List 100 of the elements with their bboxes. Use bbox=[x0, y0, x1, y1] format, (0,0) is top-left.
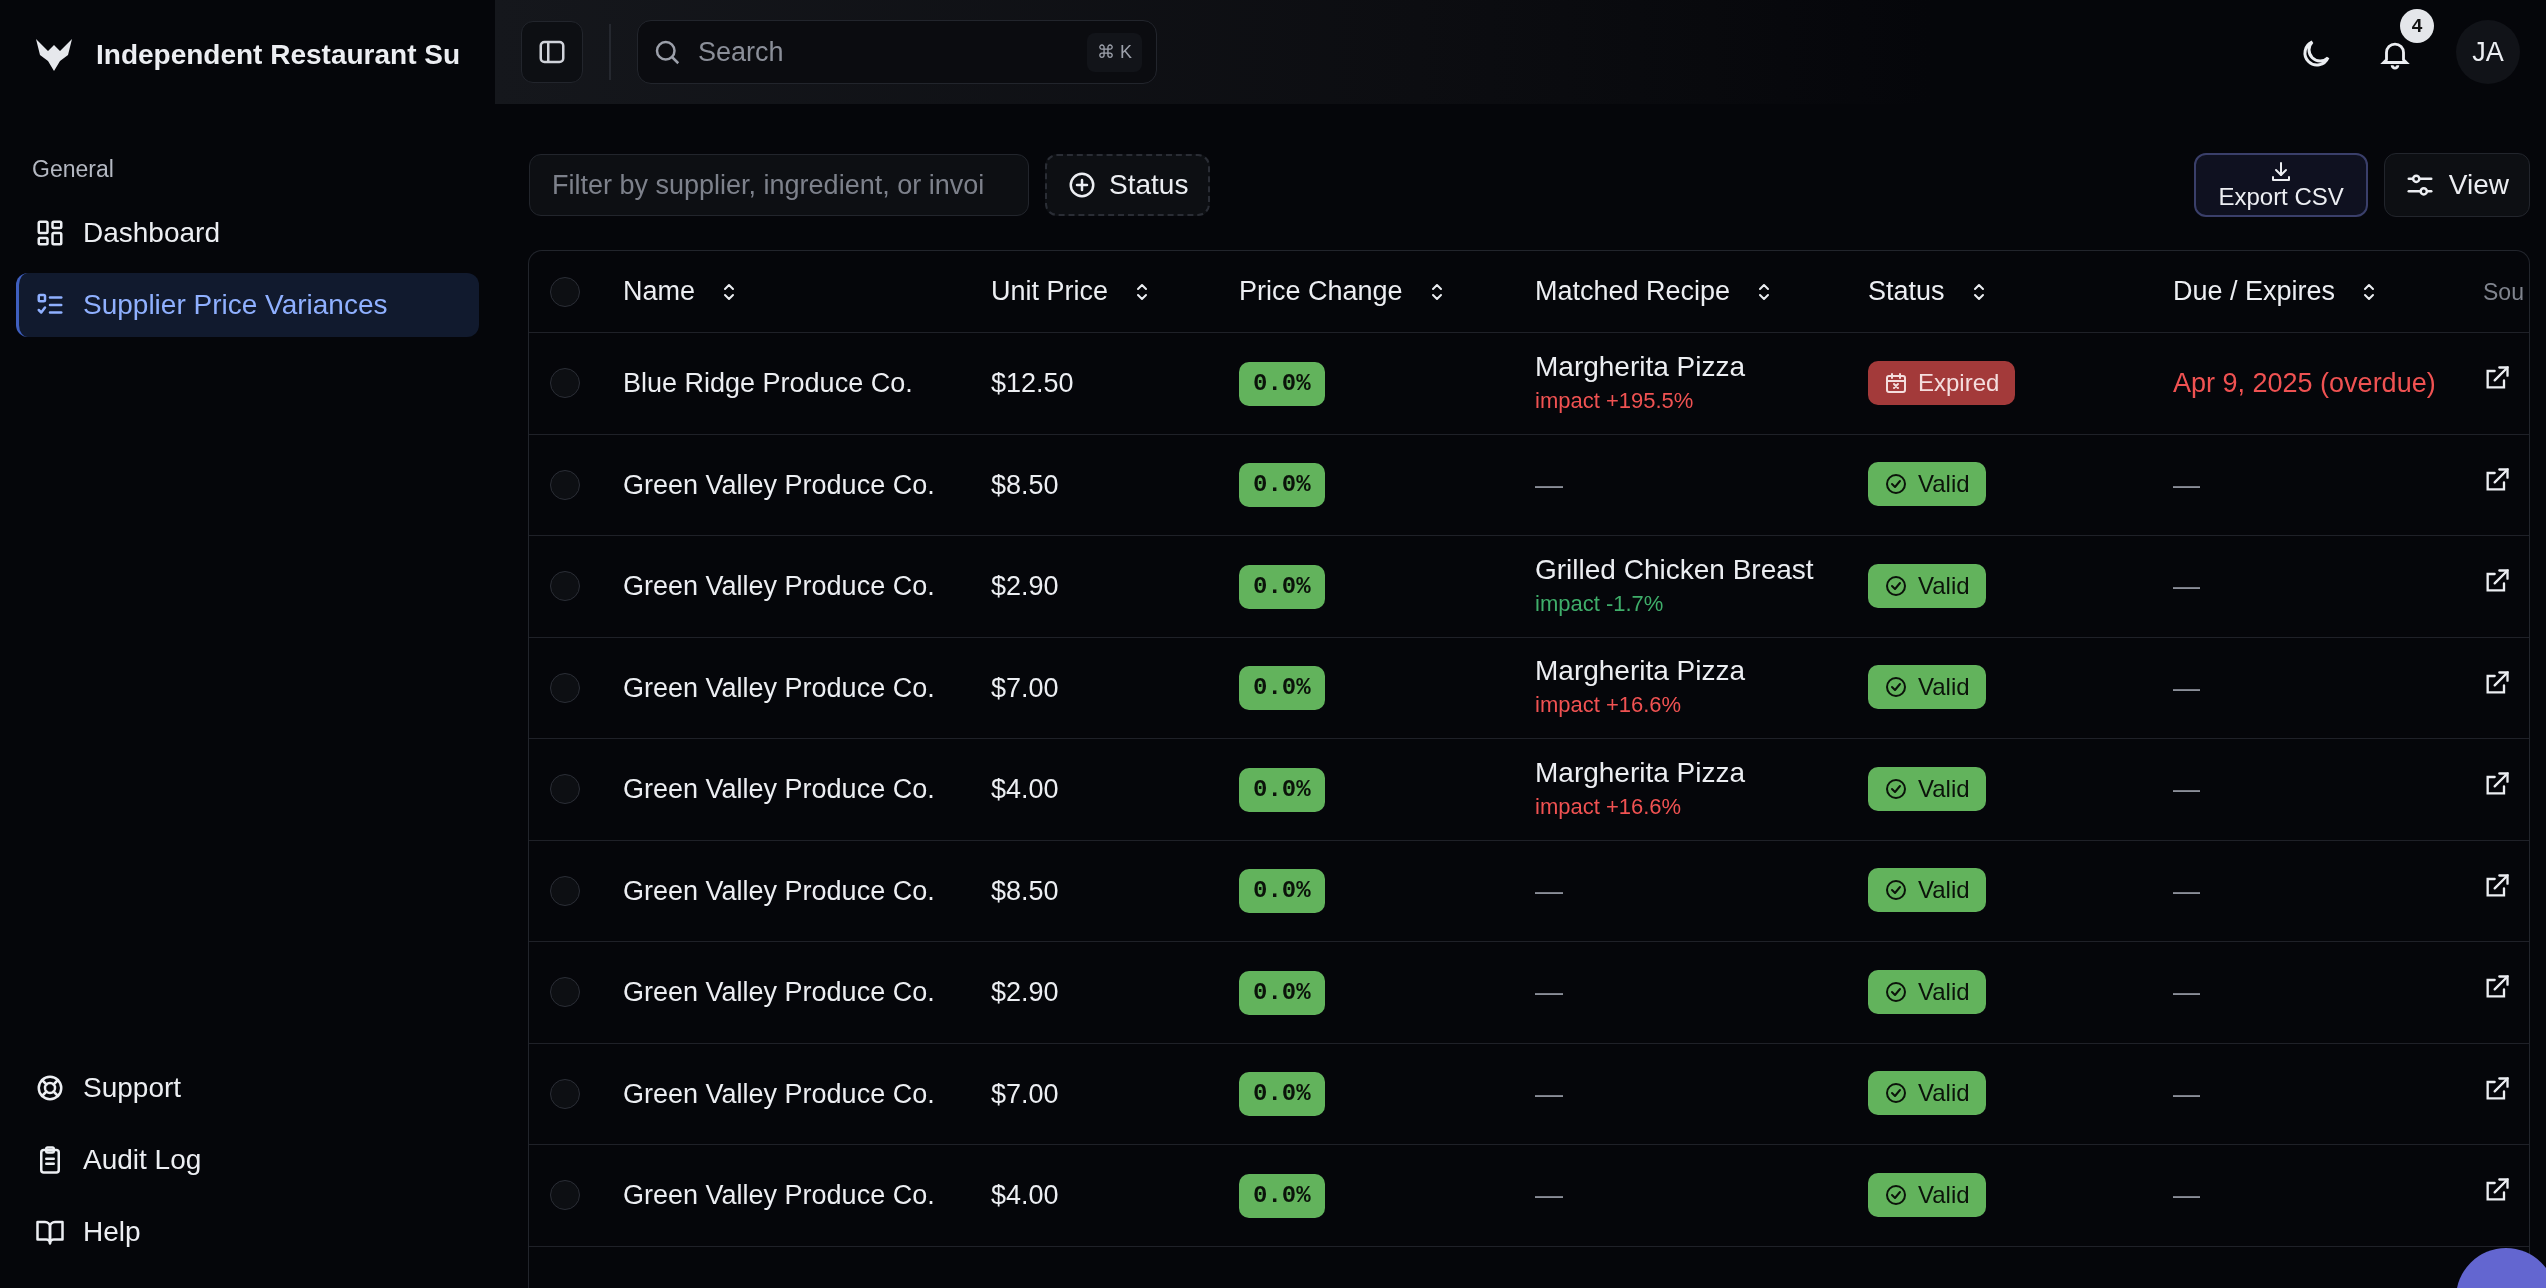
table-cell: Green Valley Produce Co. bbox=[623, 875, 935, 906]
table-cell: Green Valley Produce Co. bbox=[623, 1180, 935, 1210]
app-title: Independent Restaurant Su bbox=[96, 38, 461, 72]
due-date: — bbox=[2173, 774, 2200, 804]
sidebar-toggle-button[interactable] bbox=[521, 21, 583, 83]
export-csv-button[interactable]: Export CSV bbox=[2194, 153, 2368, 217]
table-cell: Green Valley Produce Co. bbox=[623, 469, 935, 500]
table-cell: $4.00 bbox=[991, 1180, 1059, 1210]
due-date: — bbox=[2173, 977, 2200, 1007]
section-label: General bbox=[31, 155, 115, 184]
logo-icon bbox=[34, 37, 74, 73]
table-cell: $4.00 bbox=[991, 774, 1059, 804]
due-date: — bbox=[2173, 672, 2200, 703]
row-checkbox[interactable] bbox=[550, 672, 580, 703]
check-circle-icon bbox=[1884, 675, 1908, 699]
sidebar-item[interactable]: Dashboard bbox=[16, 200, 479, 265]
price-change-badge: 0.0% bbox=[1239, 666, 1325, 711]
due-date: — bbox=[2173, 875, 2200, 906]
due-date: Apr 9, 2025 (overdue) bbox=[2173, 368, 2436, 398]
filter-field[interactable]: Filter by supplier, ingredient, or invoi bbox=[529, 154, 1029, 216]
recipe-name: Margherita Pizza bbox=[1535, 755, 1747, 790]
status-badge: Valid bbox=[1868, 969, 1986, 1014]
status-badge: Valid bbox=[1868, 868, 1986, 912]
table-cell: Green Valley Produce Co. bbox=[623, 1078, 935, 1109]
recipe-name: — bbox=[1535, 467, 1564, 502]
row-checkbox[interactable] bbox=[550, 875, 580, 906]
sidebar-item[interactable]: Audit Log bbox=[16, 1128, 479, 1192]
check-circle-icon bbox=[1884, 573, 1908, 598]
table-cell: Green Valley Produce Co. bbox=[623, 774, 935, 804]
table-cell: $2.90 bbox=[991, 977, 1059, 1007]
status-badge: Valid bbox=[1868, 1071, 1986, 1115]
check-circle-icon bbox=[1884, 472, 1908, 496]
column-header[interactable]: Matched Recipe bbox=[1535, 271, 1846, 312]
recipe-name: Margherita Pizza bbox=[1535, 349, 1747, 384]
column-header[interactable]: Name bbox=[623, 271, 969, 312]
table-cell: $12.50 bbox=[991, 368, 1074, 398]
search-field[interactable]: Search ⌘ K bbox=[637, 20, 1157, 84]
due-date: — bbox=[2173, 1078, 2200, 1109]
user-avatar[interactable]: JA bbox=[2456, 20, 2520, 84]
status-badge: Expired bbox=[1868, 360, 2016, 405]
impact-text: impact +195.5% bbox=[1535, 386, 1695, 415]
price-change-badge: 0.0% bbox=[1239, 1173, 1325, 1218]
view-button[interactable]: View bbox=[2383, 153, 2530, 217]
column-header[interactable]: Unit Price bbox=[991, 271, 1217, 312]
table-cell: Green Valley Produce Co. bbox=[623, 977, 935, 1007]
check-circle-icon bbox=[1884, 878, 1908, 902]
sidebar-item[interactable]: Help bbox=[16, 1200, 479, 1264]
price-change-badge: 0.0% bbox=[1239, 1072, 1325, 1117]
table-cell: $2.90 bbox=[991, 571, 1059, 601]
table-cell: $7.00 bbox=[991, 1078, 1059, 1109]
status-badge: Valid bbox=[1868, 1172, 1986, 1217]
table-cell: $8.50 bbox=[991, 875, 1059, 906]
notification-count: 4 bbox=[2400, 8, 2434, 43]
due-date: — bbox=[2173, 1180, 2200, 1210]
sidebar-item[interactable]: Support bbox=[16, 1056, 479, 1120]
price-change-badge: 0.0% bbox=[1239, 361, 1325, 406]
price-change-badge: 0.0% bbox=[1239, 564, 1325, 609]
column-header: Sou bbox=[2483, 279, 2524, 306]
column-header[interactable]: Status bbox=[1868, 271, 2151, 312]
row-checkbox[interactable] bbox=[550, 469, 580, 500]
impact-text: impact +16.6% bbox=[1535, 691, 1683, 720]
sidebar-item[interactable]: Supplier Price Variances bbox=[16, 272, 479, 337]
row-checkbox[interactable] bbox=[550, 571, 580, 602]
status-filter-button[interactable]: Status bbox=[1045, 154, 1211, 216]
price-change-badge: 0.0% bbox=[1239, 463, 1325, 508]
lifebuoy-icon bbox=[35, 1073, 65, 1103]
price-change-badge: 0.0% bbox=[1239, 869, 1325, 914]
search-input[interactable]: Search bbox=[696, 30, 1073, 74]
price-change-badge: 0.0% bbox=[1239, 970, 1325, 1015]
status-badge: Valid bbox=[1868, 462, 1986, 506]
calendar-x-icon bbox=[1884, 370, 1908, 395]
recipe-name: — bbox=[1535, 873, 1564, 908]
row-checkbox[interactable] bbox=[550, 977, 580, 1008]
table-cell: Blue Ridge Produce Co. bbox=[623, 368, 913, 398]
check-circle-icon bbox=[1884, 1182, 1908, 1207]
due-date: — bbox=[2173, 469, 2200, 500]
table-cell: Green Valley Produce Co. bbox=[623, 672, 935, 703]
price-change-badge: 0.0% bbox=[1239, 767, 1325, 812]
status-badge: Valid bbox=[1868, 563, 1986, 608]
recipe-name: — bbox=[1535, 1178, 1564, 1213]
row-checkbox[interactable] bbox=[550, 774, 580, 805]
plus-circle-icon bbox=[1067, 170, 1097, 200]
table-cell: $7.00 bbox=[991, 672, 1059, 703]
table-cell: $8.50 bbox=[991, 469, 1059, 500]
row-checkbox[interactable] bbox=[550, 368, 580, 399]
check-circle-icon bbox=[1884, 979, 1908, 1004]
due-date: — bbox=[2173, 571, 2200, 601]
shortcut-hint: ⌘ K bbox=[1087, 32, 1142, 72]
recipe-name: Grilled Chicken Breast bbox=[1535, 552, 1815, 587]
table-cell: Green Valley Produce Co. bbox=[623, 571, 935, 601]
impact-text: impact -1.7% bbox=[1535, 589, 1665, 618]
check-circle-icon bbox=[1884, 1081, 1908, 1105]
impact-text: impact +16.6% bbox=[1535, 792, 1683, 821]
recipe-name: — bbox=[1535, 975, 1564, 1010]
column-header[interactable]: Price Change bbox=[1239, 271, 1513, 312]
column-header[interactable]: Due / Expires bbox=[2173, 271, 2461, 312]
row-checkbox[interactable] bbox=[550, 1180, 580, 1211]
status-badge: Valid bbox=[1868, 665, 1986, 709]
row-checkbox[interactable] bbox=[550, 1078, 580, 1109]
select-all-checkbox[interactable] bbox=[550, 276, 580, 307]
